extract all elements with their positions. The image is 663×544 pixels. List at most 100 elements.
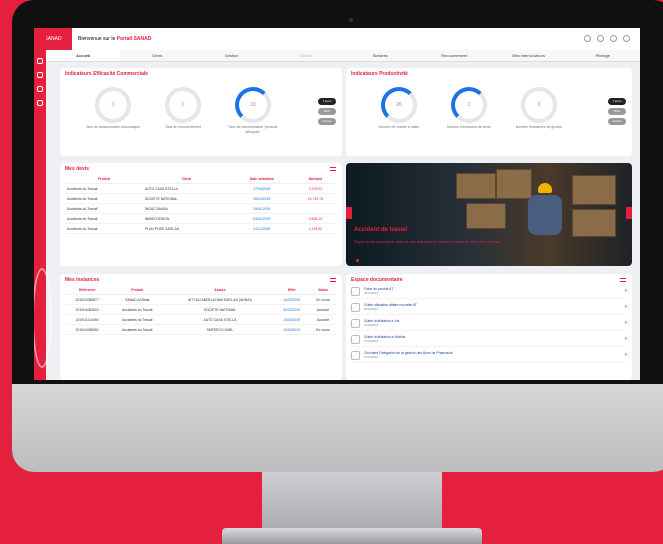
cell: Accidents du Travail — [65, 183, 143, 194]
tools-icon[interactable] — [37, 72, 43, 78]
cell: SMFDECO SARL — [165, 324, 275, 335]
document-date: 01/04/2019 — [364, 355, 378, 359]
banner-text: Soyez sous assurance dans le cas d'accid… — [354, 239, 501, 244]
table-row[interactable]: 2019/11085551 Accidents du Travail SMFDECO… — [65, 324, 337, 335]
gauge-label: Taux de transformation "produits délégué… — [228, 125, 278, 134]
cell: En cours — [308, 294, 337, 305]
document-item[interactable]: Guide d'utilisation e-Mobilis 27/03/2019 › — [351, 332, 627, 347]
carousel-prev-icon[interactable] — [346, 207, 352, 219]
tab-devis[interactable]: Devis — [120, 50, 194, 61]
table-row[interactable]: 2019/11085577 SANAD Al Brida AIT HAJ ABDEL… — [65, 294, 337, 305]
document-icon — [351, 334, 360, 344]
table-row[interactable]: Accidents du Travail AUTO CASA STELLA 17/0… — [65, 183, 337, 194]
table-row[interactable]: Accidents du Travail SOCIETE NATIONAL 08/0… — [65, 193, 337, 204]
table-row[interactable]: Accidents du Travail INMIDI DESIGN 03/01/2… — [65, 213, 337, 224]
document-date: 27/03/2019 — [364, 339, 378, 343]
gauge: 2 Nombre d'instances de vente — [441, 87, 497, 130]
carton-box — [572, 209, 616, 237]
chevron-right-icon[interactable]: › — [625, 352, 627, 358]
cell: Accidents du Travail — [65, 203, 143, 214]
period-month-button[interactable]: Mois — [318, 108, 336, 115]
list-menu-icon[interactable] — [330, 278, 336, 282]
welcome-text: Bienvenue sur le — [78, 36, 117, 42]
document-item[interactable]: Guide utilisation affaire nouvelle AT 08/… — [351, 300, 627, 315]
chevron-right-icon[interactable]: › — [625, 336, 627, 342]
user-icon[interactable] — [37, 100, 43, 106]
cell: 04/12/2018 — [229, 223, 294, 234]
table-row[interactable]: 2019/11114490 Accidents du Travail AUTO CA… — [65, 314, 337, 325]
carousel-indicator[interactable] — [356, 259, 359, 262]
tab-accueil[interactable]: Accueil — [46, 50, 121, 61]
cell: PLAN POSE SARL AU — [142, 223, 230, 234]
cell: 03/01/2019 — [229, 213, 294, 224]
document-item[interactable]: Guide d'utilisation e-Vie 01/04/2019 › — [351, 316, 627, 331]
gauge-label: Nombre d'instances de vente — [447, 125, 491, 129]
column-header: Montant — [293, 175, 337, 184]
search-icon[interactable] — [584, 35, 591, 42]
cell: Accordé — [308, 304, 337, 315]
period-7days-button[interactable]: 7 jours — [608, 98, 626, 105]
banner-carousel[interactable]: Accident de travail Soyez sous assurance… — [346, 163, 632, 266]
carousel-next-icon[interactable] — [626, 207, 632, 219]
carton-box — [572, 175, 616, 205]
commercial-indicators-card: Indicateurs Efficacité Commerciale 0 Taux… — [60, 68, 342, 156]
column-header: Produit — [65, 175, 143, 184]
gauge-value: 0 — [521, 87, 557, 123]
chevron-right-icon[interactable]: › — [625, 320, 627, 326]
table-row[interactable]: 2019/11084002 Accidents du Travail SOCIETE… — [65, 304, 337, 315]
table-row[interactable]: Accidents du Travail INGAZ SAKAN 19/01/201… — [65, 203, 337, 214]
tab-recouvrement[interactable]: Recouvrement — [417, 50, 491, 61]
tab-sinistres[interactable]: Sinistres — [343, 50, 417, 61]
chevron-right-icon[interactable]: › — [625, 288, 627, 294]
cell: Accidents du Travail — [65, 193, 143, 204]
tab-clients[interactable]: Clients — [269, 50, 343, 61]
cell: En cours — [308, 324, 337, 335]
gauge: 0 Taux de renouvellement — [155, 87, 211, 135]
tab-pilotage[interactable]: Pilotage — [566, 50, 640, 61]
tab-interlocuteurs[interactable]: Mes interlocuteurs — [492, 50, 566, 61]
cell: Accidents du Travail — [109, 304, 166, 315]
tab-gestion[interactable]: Gestion — [195, 50, 269, 61]
gauge-value: 0 — [95, 87, 131, 123]
decorative-swirl-icon — [34, 268, 52, 368]
main-nav: Accueil Devis Gestion Clients Sinistres … — [46, 50, 640, 62]
gauge-value: 26 — [381, 87, 417, 123]
period-year-button[interactable]: Année — [608, 118, 626, 125]
cell: Accidents du Travail — [65, 223, 143, 234]
card-title: Indicateurs Productivité — [351, 71, 408, 77]
monitor-chin — [12, 384, 663, 472]
gauge: 26 Nombre de sinistre à traiter — [371, 87, 427, 130]
productivity-indicators-card: Indicateurs Productivité 26 Nombre de sin… — [346, 68, 632, 156]
top-bar: Bienvenue sur le Portail SANAD — [72, 28, 640, 50]
document-date: 01/04/2019 — [364, 323, 378, 327]
card-title: Mes devis — [65, 166, 89, 172]
home-icon[interactable] — [37, 58, 43, 64]
camera-dot — [349, 18, 353, 22]
column-header: Assuré — [165, 286, 275, 295]
settings-icon[interactable] — [597, 35, 604, 42]
table-row[interactable]: Accidents du Travail PLAN POSE SARL AU 04/… — [65, 223, 337, 234]
cell: 2019/11084002 — [65, 304, 110, 315]
avatar[interactable] — [623, 35, 630, 42]
cell: 4.558,13 — [293, 213, 337, 224]
document-item[interactable]: Fiche du produit AT 08/04/2019 › — [351, 284, 627, 299]
document-item[interactable]: Circulaire Délégation de la gestion des … — [351, 348, 627, 363]
monitor-stand — [262, 472, 442, 534]
chevron-right-icon[interactable]: › — [625, 304, 627, 310]
period-7days-button[interactable]: 7 jours — [318, 98, 336, 105]
column-header: Produit — [109, 286, 166, 295]
period-year-button[interactable]: Année — [318, 118, 336, 125]
list-menu-icon[interactable] — [330, 167, 336, 171]
period-month-button[interactable]: Mois — [608, 108, 626, 115]
cell — [293, 203, 337, 214]
gauge-value: 0 — [165, 87, 201, 123]
notification-icon[interactable] — [610, 35, 617, 42]
chart-icon[interactable] — [37, 86, 43, 92]
gauge: 0 Nombre d'instances de gestion — [511, 87, 567, 130]
cell: SANAD Al Brida — [109, 294, 166, 305]
cell: 2019/11085551 — [65, 324, 110, 335]
gauge-label: Nombre d'instances de gestion — [515, 125, 563, 129]
list-menu-icon[interactable] — [620, 278, 626, 282]
cell: AIT HAJ ABDELILHAM SARL AU (AHRAI) — [165, 294, 275, 305]
cell: Accidents du Travail — [65, 213, 143, 224]
